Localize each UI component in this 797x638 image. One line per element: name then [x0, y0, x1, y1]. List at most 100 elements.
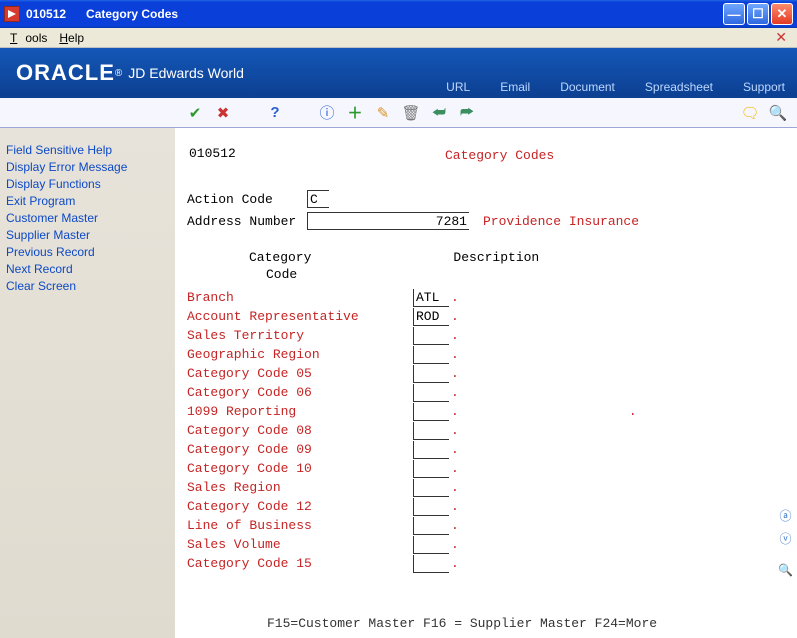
sidebar-item[interactable]: Customer Master [6, 210, 169, 227]
menu-tools[interactable]: Tools [6, 31, 51, 45]
category-row: Sales Volume. [187, 535, 785, 554]
category-code-input[interactable] [413, 441, 449, 459]
category-label: Category Code 08 [187, 423, 413, 438]
window-code: 010512 [26, 7, 66, 21]
category-code-input[interactable] [413, 498, 449, 516]
dot-icon: . [451, 480, 459, 495]
edit-icon[interactable]: ✎ [374, 104, 392, 122]
dot-icon: . [451, 290, 459, 305]
sidebar: Field Sensitive Help Display Error Messa… [0, 128, 175, 638]
help-icon[interactable]: ? [266, 104, 284, 122]
category-label: Category Code 06 [187, 385, 413, 400]
category-row: Category Code 05. [187, 364, 785, 383]
menubar-corner-icon: ✕ [771, 29, 791, 46]
category-label: Sales Volume [187, 537, 413, 552]
prev-icon[interactable]: ⮨ [430, 104, 448, 122]
dot-icon: . [629, 404, 637, 419]
category-code-input[interactable] [413, 422, 449, 440]
menu-help[interactable]: Help [55, 31, 88, 45]
category-label: Category Code 12 [187, 499, 413, 514]
category-label: Category Code 05 [187, 366, 413, 381]
category-label: Category Code 09 [187, 442, 413, 457]
main-area: 010512 Category Codes Action Code Addres… [175, 128, 797, 638]
category-row: Category Code 06. [187, 383, 785, 402]
add-icon[interactable]: ＋ [346, 104, 364, 122]
dot-icon: . [451, 328, 459, 343]
category-code-input[interactable] [413, 460, 449, 478]
dot-icon: . [451, 366, 459, 381]
category-code-input[interactable] [413, 384, 449, 402]
brand-bar: ORACLE® JD Edwards World URL Email Docum… [0, 48, 797, 98]
category-label: Category Code 15 [187, 556, 413, 571]
dot-icon: . [451, 404, 459, 419]
link-spreadsheet[interactable]: Spreadsheet [645, 80, 713, 94]
action-code-input[interactable] [307, 190, 329, 208]
category-code-input[interactable] [413, 517, 449, 535]
oracle-logo: ORACLE [16, 60, 115, 86]
sidebar-item[interactable]: Next Record [6, 261, 169, 278]
category-code-input[interactable] [413, 289, 449, 307]
link-document[interactable]: Document [560, 80, 615, 94]
category-label: Line of Business [187, 518, 413, 533]
category-row: Sales Territory. [187, 326, 785, 345]
dot-icon: . [451, 385, 459, 400]
dot-icon: . [451, 442, 459, 457]
category-row: Geographic Region. [187, 345, 785, 364]
category-label: Geographic Region [187, 347, 413, 362]
action-code-label: Action Code [187, 192, 307, 207]
sidebar-item[interactable]: Previous Record [6, 244, 169, 261]
sidebar-item[interactable]: Field Sensitive Help [6, 142, 169, 159]
address-number-label: Address Number [187, 214, 307, 229]
sidebar-item[interactable]: Supplier Master [6, 227, 169, 244]
search-icon[interactable]: 🔍 [769, 104, 787, 122]
link-url[interactable]: URL [446, 80, 470, 94]
category-row: 1099 Reporting.. [187, 402, 785, 421]
sidebar-item[interactable]: Exit Program [6, 193, 169, 210]
dot-icon: . [451, 556, 459, 571]
delete-icon[interactable]: 🗑 [402, 104, 420, 122]
sidebar-item[interactable]: Display Error Message [6, 159, 169, 176]
address-number-input[interactable] [307, 212, 469, 230]
zoom-icon[interactable]: 🔍 [778, 563, 793, 578]
annotate-icon[interactable]: 🗨 [741, 104, 759, 122]
category-row: Category Code 08. [187, 421, 785, 440]
category-code-input[interactable] [413, 346, 449, 364]
dot-icon: . [451, 347, 459, 362]
next-icon[interactable]: ⮫ [458, 104, 476, 122]
dot-icon: . [451, 537, 459, 552]
category-row: Account Representative. [187, 307, 785, 326]
sidebar-item[interactable]: Clear Screen [6, 278, 169, 295]
sidebar-item[interactable]: Display Functions [6, 176, 169, 193]
dot-icon: . [451, 518, 459, 533]
scroll-up-icon[interactable]: ⓐ [780, 507, 792, 524]
category-label: Account Representative [187, 309, 413, 324]
link-email[interactable]: Email [500, 80, 530, 94]
dot-icon: . [451, 499, 459, 514]
footer-function-keys: F15=Customer Master F16 = Supplier Maste… [267, 616, 657, 631]
category-code-input[interactable] [413, 327, 449, 345]
category-code-input[interactable] [413, 403, 449, 421]
cancel-icon[interactable]: ✖ [214, 104, 232, 122]
category-table: Branch.Account Representative.Sales Terr… [187, 288, 785, 573]
description-header: Description [453, 250, 539, 265]
app-icon [4, 6, 20, 22]
category-row: Category Code 12. [187, 497, 785, 516]
dot-icon: . [451, 423, 459, 438]
ok-icon[interactable]: ✔ [186, 104, 204, 122]
category-label: 1099 Reporting [187, 404, 413, 419]
category-code-input[interactable] [413, 479, 449, 497]
maximize-button[interactable]: ☐ [747, 3, 769, 25]
category-row: Category Code 09. [187, 440, 785, 459]
scroll-down-icon[interactable]: ⓥ [780, 530, 792, 547]
scroll-controls: ⓐ ⓥ 🔍 [778, 507, 793, 578]
category-code-input[interactable] [413, 536, 449, 554]
category-code-input[interactable] [413, 555, 449, 573]
minimize-button[interactable]: — [723, 3, 745, 25]
category-code-input[interactable] [413, 365, 449, 383]
info-icon[interactable]: ⓘ [318, 104, 336, 122]
link-support[interactable]: Support [743, 80, 785, 94]
category-code-input[interactable] [413, 308, 449, 326]
close-button[interactable]: ✕ [771, 3, 793, 25]
category-row: Category Code 10. [187, 459, 785, 478]
category-label: Category Code 10 [187, 461, 413, 476]
